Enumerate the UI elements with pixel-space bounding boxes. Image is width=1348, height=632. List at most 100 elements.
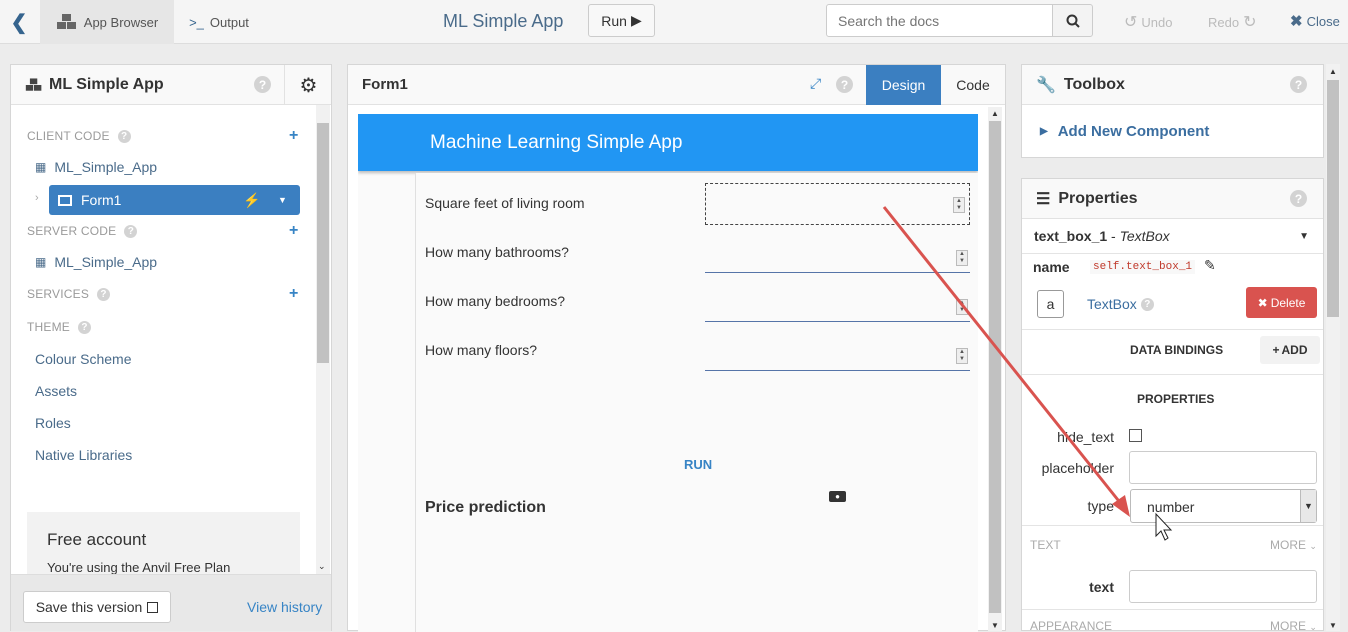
chevron-up-icon[interactable]: ▲ <box>991 109 999 118</box>
spinner-icon[interactable]: ▲ ▼ <box>956 348 968 364</box>
lightning-icon[interactable]: ⚡ <box>243 192 269 209</box>
help-icon[interactable]: ? <box>1290 190 1307 207</box>
undo-button[interactable]: ↺ Undo <box>1124 12 1172 32</box>
help-icon[interactable]: ? <box>78 320 91 334</box>
theme-item-assets[interactable]: Assets <box>35 383 77 399</box>
data-bindings-caption: DATA BINDINGS <box>1130 343 1224 357</box>
toolbox-header: 🔧 Toolbox ? <box>1022 65 1323 105</box>
back-button[interactable]: ❮ <box>0 0 38 44</box>
type-selected-value: number <box>1147 499 1195 515</box>
search-icon <box>1066 14 1080 28</box>
chevron-up-icon[interactable]: ▲ <box>1329 67 1337 76</box>
text-box-bedrooms[interactable]: ▲ ▼ <box>705 284 970 322</box>
save-version-button[interactable]: Save this version <box>23 591 171 623</box>
chevron-down-icon[interactable]: ⌄ <box>318 561 326 572</box>
caret-down-icon[interactable]: ▼ <box>1299 231 1309 242</box>
run-button[interactable]: Run ▶ <box>588 4 655 37</box>
tab-app-browser[interactable]: App Browser <box>40 0 174 44</box>
gear-icon[interactable]: ⚙ <box>284 65 332 105</box>
text-box-bathrooms[interactable]: ▲ ▼ <box>705 235 970 273</box>
cubes-icon: ▦ <box>35 255 47 269</box>
chevron-right-icon[interactable]: › <box>35 192 39 204</box>
chevron-down-icon[interactable]: ▼ <box>1329 621 1337 630</box>
help-icon[interactable]: ? <box>117 129 131 143</box>
scroll-thumb[interactable] <box>317 123 329 363</box>
add-label: ADD <box>1281 343 1308 357</box>
label-bathrooms: How many bathrooms? <box>425 244 569 260</box>
help-icon[interactable]: ? <box>1140 297 1154 311</box>
close-button[interactable]: ✖ Close <box>1290 12 1340 30</box>
help-icon[interactable]: ? <box>124 224 138 238</box>
add-server-code-button[interactable]: + <box>289 222 298 240</box>
run-model-button[interactable]: RUN <box>684 457 712 472</box>
help-icon[interactable]: ? <box>97 287 111 301</box>
add-service-button[interactable]: + <box>289 285 298 303</box>
chevron-down-icon[interactable]: ▼ <box>991 621 999 630</box>
view-history-link[interactable]: View history <box>247 599 322 615</box>
center-scrollbar[interactable]: ▲ ▼ <box>988 107 1002 631</box>
scroll-thumb[interactable] <box>989 121 1001 613</box>
right-scrollbar[interactable]: ▲ ▼ <box>1326 64 1340 631</box>
tab-code[interactable]: Code <box>941 65 1005 105</box>
left-scrollbar[interactable]: ⌄ <box>316 105 330 574</box>
type-label: type <box>1087 498 1114 514</box>
spinner-icon[interactable]: ▲ ▼ <box>956 299 968 315</box>
delete-button[interactable]: ✖ Delete <box>1246 287 1317 318</box>
tree-item-server-app[interactable]: ▦ ML_Simple_App <box>35 254 157 270</box>
divider <box>1022 525 1323 526</box>
money-icon: ● <box>829 491 846 502</box>
help-icon[interactable]: ? <box>254 76 271 93</box>
caret-down-icon[interactable]: ▼ <box>278 195 300 205</box>
tree-item-label: Form1 <box>81 192 122 208</box>
more-link-appearance[interactable]: MORE ⌄ <box>1270 619 1317 630</box>
floppy-icon <box>147 601 159 613</box>
server-code-label: SERVER CODE <box>27 224 117 238</box>
undo-icon: ↺ <box>1124 14 1138 31</box>
text-box-square-feet[interactable]: ▲ ▼ <box>705 183 970 225</box>
cubes-icon <box>25 77 42 91</box>
services-label: SERVICES <box>27 287 90 301</box>
add-new-component-button[interactable]: ▶ Add New Component <box>1040 123 1209 140</box>
search-input[interactable] <box>826 4 1053 37</box>
text-input[interactable] <box>1129 570 1317 603</box>
component-selector[interactable]: text_box_1 - TextBox <box>1034 228 1170 244</box>
pencil-icon[interactable]: ✎ <box>1204 257 1216 274</box>
spinner-icon[interactable]: ▲ ▼ <box>953 197 965 213</box>
appearance-section-header[interactable]: APPEARANCE <box>1030 619 1112 630</box>
help-icon[interactable]: ? <box>1290 76 1307 93</box>
scroll-thumb[interactable] <box>1327 80 1339 317</box>
help-icon[interactable]: ? <box>836 76 853 93</box>
type-select[interactable]: number ▼ <box>1130 489 1317 523</box>
text-section-header[interactable]: TEXT <box>1030 538 1061 552</box>
theme-item-colour-scheme[interactable]: Colour Scheme <box>35 351 132 367</box>
placeholder-input[interactable] <box>1129 451 1317 484</box>
tab-output[interactable]: >_ Output <box>174 0 264 44</box>
free-account-box: Free account You're using the Anvil Free… <box>27 512 300 576</box>
textbox-docs-link[interactable]: TextBox? <box>1087 296 1154 312</box>
component-separator: - <box>1107 228 1120 244</box>
expand-icon[interactable]: ⤢ <box>810 75 821 92</box>
plus-icon: + <box>1272 343 1280 357</box>
spinner-icon[interactable]: ▲ ▼ <box>956 250 968 266</box>
form-body: Square feet of living room ▲ ▼ How many b… <box>415 173 978 632</box>
hide-text-checkbox[interactable] <box>1129 429 1142 442</box>
divider <box>1022 253 1323 254</box>
search-button[interactable] <box>1052 4 1093 37</box>
text-box-floors[interactable]: ▲ ▼ <box>705 333 970 371</box>
theme-item-roles[interactable]: Roles <box>35 415 71 431</box>
component-type: TextBox <box>1119 228 1170 244</box>
theme-label: THEME <box>27 320 70 334</box>
chevron-down-icon[interactable]: ▼ <box>1300 490 1316 522</box>
more-link-text[interactable]: MORE ⌄ <box>1270 538 1317 552</box>
redo-button[interactable]: Redo ↻ <box>1208 12 1256 32</box>
tree-item-client-app[interactable]: ▦ ML_Simple_App <box>35 159 157 175</box>
theme-item-native-libraries[interactable]: Native Libraries <box>35 447 132 463</box>
add-binding-button[interactable]: + ADD <box>1260 336 1320 364</box>
tab-design[interactable]: Design <box>866 65 941 105</box>
tree-item-form1[interactable]: Form1 ⚡ ▼ <box>49 185 300 215</box>
properties-caption: PROPERTIES <box>1137 392 1215 406</box>
name-label: name <box>1033 259 1070 275</box>
panel-title: ML Simple App <box>25 76 164 94</box>
add-client-code-button[interactable]: + <box>289 127 298 145</box>
close-icon: ✖ <box>1257 295 1268 310</box>
